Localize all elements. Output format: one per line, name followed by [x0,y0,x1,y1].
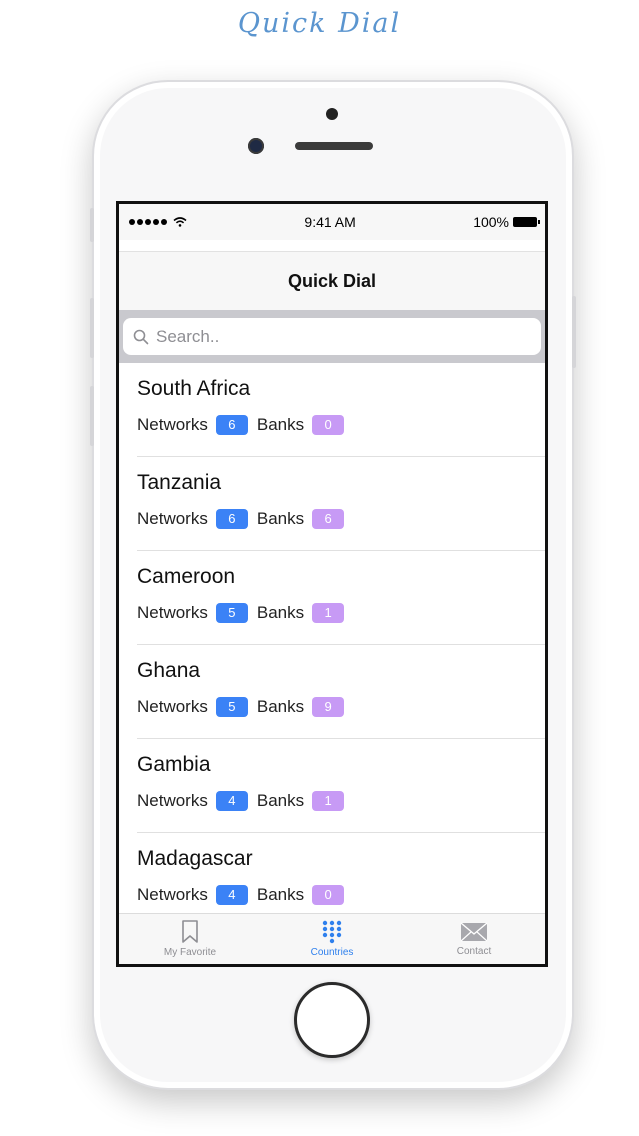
page-title: Quick Dial [287,270,377,291]
networks-count-badge: 4 [215,885,248,905]
banks-label: Banks [256,603,305,622]
list-item[interactable]: Tanzania Networks 6 Banks 6 [137,457,545,551]
tab-contact[interactable]: Contact [403,914,545,964]
country-name: Ghana [137,659,201,682]
list-item[interactable]: Ghana Networks 5 Banks 9 [137,645,545,739]
networks-count-badge: 6 [215,415,248,435]
banks-count-badge: 1 [312,791,345,811]
networks-label: Networks [137,697,208,716]
banks-count-badge: 0 [312,885,345,905]
networks-label: Networks [137,791,208,810]
country-name: Tanzania [137,471,222,494]
banks-label: Banks [256,509,305,528]
country-list: South Africa Networks 6 Banks 0 Tanzania… [119,363,545,927]
tab-label: My Favorite [163,947,217,958]
networks-count-badge: 5 [215,697,248,717]
tab-bar: My Favorite Countries Contact [119,913,545,964]
tab-label: Contact [456,946,492,957]
networks-count-badge: 5 [215,603,248,623]
banks-count-badge: 1 [312,603,345,623]
networks-count-badge: 4 [215,791,248,811]
home-button[interactable] [294,982,370,1058]
tab-my-favorite[interactable]: My Favorite [119,914,261,964]
country-name: Gambia [137,753,211,776]
networks-count-badge: 6 [215,509,248,529]
banks-label: Banks [256,885,305,904]
tab-countries[interactable]: Countries [261,914,403,964]
status-bar: 9:41 AM 100% [119,204,545,240]
earpiece-speaker [295,142,373,150]
search-placeholder: Search.. [156,326,220,346]
country-name: South Africa [137,377,251,400]
front-camera [248,138,264,154]
networks-label: Networks [137,415,208,434]
banks-count-badge: 6 [312,509,345,529]
search-bar: Search.. [119,310,545,363]
promo-title: Quick Dial [237,8,402,39]
networks-label: Networks [137,603,208,622]
search-input[interactable]: Search.. [123,318,541,355]
tab-label: Countries [310,947,354,958]
battery-percent: 100% [473,214,509,230]
wifi-icon [173,217,187,227]
banks-label: Banks [256,415,305,434]
power-button [572,296,576,368]
envelope-icon [460,922,488,942]
mute-switch [90,208,94,242]
status-time: 9:41 AM [304,214,356,230]
networks-label: Networks [137,885,208,904]
banks-label: Banks [256,791,305,810]
banks-count-badge: 0 [312,415,345,435]
list-item[interactable]: South Africa Networks 6 Banks 0 [137,363,545,457]
banks-count-badge: 9 [312,697,345,717]
proximity-sensor [326,108,338,120]
volume-up-button [90,298,94,358]
volume-down-button [90,386,94,446]
networks-label: Networks [137,509,208,528]
list-item[interactable]: Gambia Networks 4 Banks 1 [137,739,545,833]
list-item[interactable]: Cameroon Networks 5 Banks 1 [137,551,545,645]
nav-bar: Quick Dial [119,251,545,310]
search-icon [133,329,149,344]
country-name: Madagascar [137,847,253,870]
country-name: Cameroon [137,565,236,588]
battery-icon [513,217,540,227]
app-screen: 9:41 AM 100% Quick Dial Search.. South A… [116,201,548,967]
signal-icon [129,217,187,227]
bookmark-icon [182,920,198,943]
keypad-icon [322,920,342,944]
banks-label: Banks [256,697,305,716]
